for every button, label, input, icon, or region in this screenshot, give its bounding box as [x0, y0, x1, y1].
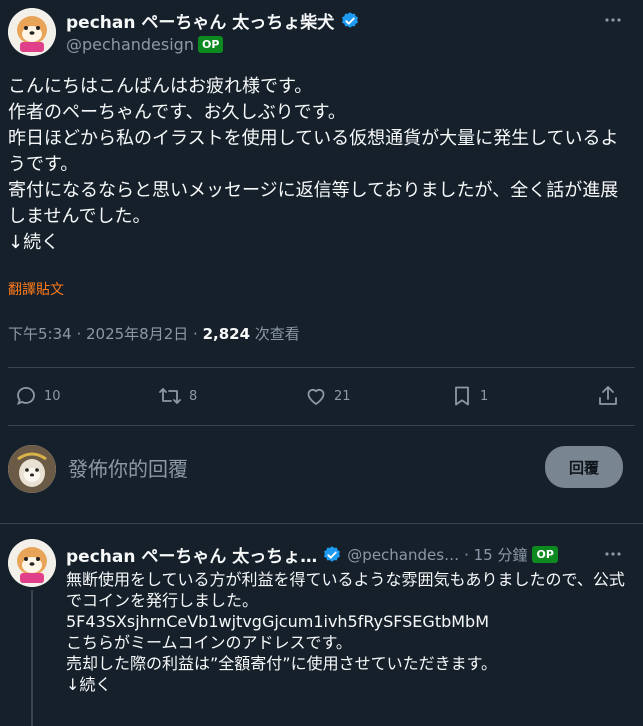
divider [8, 425, 635, 426]
tweet-meta: 下午5:34 · 2025年8月2日 · 2,824 次查看 [8, 323, 300, 344]
op-badge: OP [197, 36, 224, 53]
retweet-icon [159, 388, 181, 404]
like-action[interactable]: 21 [304, 384, 351, 408]
reply-input[interactable]: 發佈你的回覆 [68, 453, 188, 482]
view-count-label: 次查看 [250, 325, 300, 343]
tweet-timestamp[interactable]: 下午5:34 · 2025年8月2日 · [8, 325, 203, 343]
reply-button[interactable]: 回覆 [545, 446, 623, 488]
reply-author-handle[interactable]: @pechandes… [347, 546, 459, 564]
reply-timestamp[interactable]: · 15 分鐘 [464, 544, 527, 565]
view-count: 2,824 [202, 325, 251, 343]
bookmark-count: 1 [480, 388, 489, 404]
more-options-icon[interactable] [601, 8, 625, 32]
retweet-action[interactable]: 8 [157, 384, 197, 408]
reply-count: 10 [44, 388, 61, 404]
reply-author-avatar[interactable] [8, 539, 56, 587]
reply-tweet-body: 無断使用をしている方が利益を得ているような雰囲気もありましたので、公式でコインを… [66, 570, 625, 694]
thread-line [31, 590, 33, 726]
translate-post-link[interactable]: 翻譯貼文 [8, 279, 64, 299]
op-badge: OP [532, 546, 558, 563]
verified-badge-icon [324, 545, 341, 562]
tweet-body: こんにちはこんばんはお疲れ様です。 作者のペーちゃんです、お久しぶりです。 昨日… [8, 76, 619, 253]
divider [8, 367, 635, 368]
author-name[interactable]: pechan ペーちゃん 太っちょ柴犬 [66, 8, 334, 33]
author-handle[interactable]: @pechandesign [66, 35, 194, 54]
like-count: 21 [334, 388, 351, 404]
divider [0, 523, 643, 524]
retweet-count: 8 [189, 388, 198, 404]
share-icon [599, 386, 617, 405]
more-options-icon[interactable] [601, 542, 625, 566]
reply-icon [16, 387, 35, 406]
bookmark-action[interactable]: 1 [450, 384, 488, 408]
reply-action[interactable]: 10 [14, 384, 61, 408]
share-action[interactable] [596, 384, 620, 408]
verified-badge-icon [342, 11, 359, 28]
heart-icon [307, 388, 325, 405]
author-avatar[interactable] [8, 8, 56, 56]
reply-author-name[interactable]: pechan ペーちゃん 太っちょ… [66, 542, 317, 567]
current-user-avatar[interactable] [8, 445, 56, 493]
bookmark-icon [455, 386, 469, 406]
